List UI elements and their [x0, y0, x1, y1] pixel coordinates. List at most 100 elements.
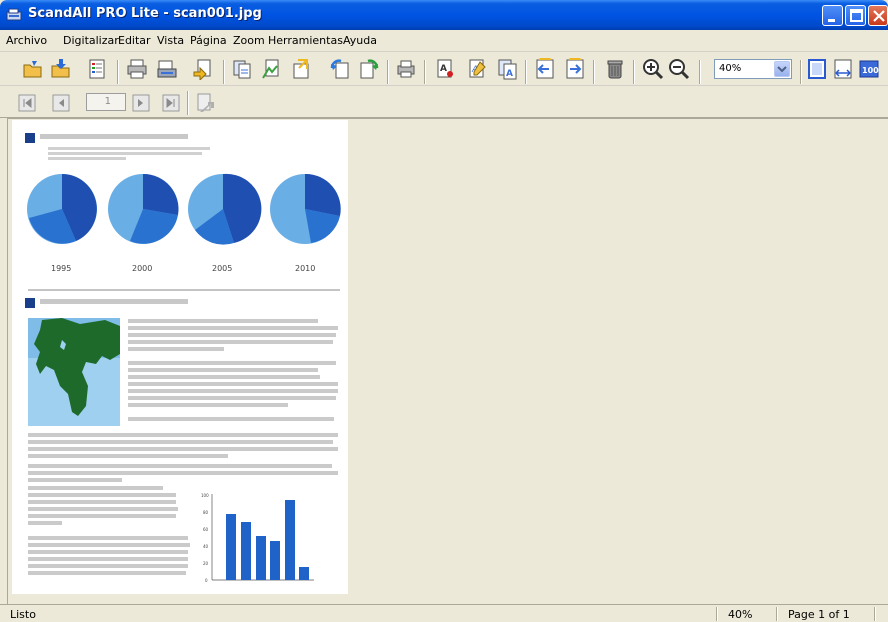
previous-page-button[interactable]: [50, 92, 72, 114]
actual-size-button[interactable]: 100: [858, 58, 880, 80]
scanned-page-image[interactable]: 1995 2000 2005 2010 100 80 60 40 20 0: [12, 120, 348, 594]
rotate-left-button[interactable]: [329, 58, 351, 80]
text-recognition-button[interactable]: A: [434, 58, 456, 80]
copy-page-icon: [233, 60, 251, 79]
maximize-button[interactable]: [845, 5, 866, 26]
document-ocr-icon: [262, 59, 279, 79]
close-button[interactable]: [868, 5, 888, 26]
svg-text:100: 100: [862, 66, 879, 75]
page-number-value: 1: [104, 96, 111, 107]
page-number-input[interactable]: 1: [86, 93, 126, 111]
import-button[interactable]: [192, 58, 214, 80]
last-page-icon: [162, 94, 180, 112]
fit-width-button[interactable]: [832, 58, 854, 80]
toolbar-separator: [525, 60, 527, 84]
text-copy-icon: A: [498, 59, 517, 80]
properties-button[interactable]: [86, 58, 108, 80]
maximize-icon: [850, 9, 863, 22]
previous-page-icon: [52, 94, 70, 112]
delete-button[interactable]: [604, 58, 626, 80]
status-message: Listo: [10, 608, 36, 621]
status-zoom: 40%: [728, 608, 753, 621]
fit-width-icon: [834, 59, 852, 79]
menu-digitalizar[interactable]: Digitalizar: [63, 34, 119, 47]
fit-page-button[interactable]: [806, 58, 828, 80]
pie-chart-1995: [27, 174, 97, 244]
print-scan-icon: [397, 60, 415, 78]
menu-pagina[interactable]: Página: [190, 34, 227, 47]
bar-axis-tick-40: 40: [203, 544, 209, 549]
bar-axis-tick-100: 100: [201, 493, 209, 498]
scan-button[interactable]: [156, 58, 178, 80]
next-image-button[interactable]: [564, 58, 586, 80]
save-folder-icon: [51, 59, 70, 78]
toolbar-separator: [424, 60, 426, 84]
scanner-app-icon: [6, 7, 22, 23]
printer-icon: [127, 59, 147, 79]
page-forward-icon: [566, 58, 584, 79]
toolbar-separator: [800, 60, 802, 84]
first-page-icon: [18, 94, 36, 112]
bar-axis-tick-80: 80: [203, 510, 209, 515]
zoom-dropdown-button[interactable]: [774, 61, 790, 77]
menu-herramientas[interactable]: Herramientas: [268, 34, 343, 47]
toolbar-separator: [117, 60, 119, 84]
title-bar[interactable]: ScandAll PRO Lite - scan001.jpg: [0, 0, 888, 30]
navigation-toolbar: [0, 86, 888, 118]
import-page-icon: [193, 59, 211, 80]
zoom-out-button[interactable]: [668, 58, 690, 80]
print-scan-button[interactable]: [395, 58, 417, 80]
close-icon: [873, 10, 885, 22]
minimize-button[interactable]: [822, 5, 843, 26]
send-document-icon: [293, 59, 309, 79]
toolbar-separator: [699, 60, 701, 84]
status-divider: [874, 607, 876, 621]
pie-label-2005: 2005: [212, 264, 232, 273]
print-button[interactable]: [126, 58, 148, 80]
status-divider: [776, 607, 778, 621]
go-to-page-button[interactable]: [194, 92, 216, 114]
toolbar-separator: [187, 91, 189, 115]
trash-icon: [607, 60, 623, 79]
zoom-select[interactable]: 40%: [714, 59, 792, 79]
page-jump-icon: [197, 93, 214, 112]
ocr-button[interactable]: [260, 58, 282, 80]
bar-chart-graphic: 100 80 60 40 20 0: [201, 493, 314, 583]
next-page-icon: [132, 94, 150, 112]
pie-chart-2000: [108, 173, 179, 244]
last-page-button[interactable]: [160, 92, 182, 114]
copy-page-button[interactable]: [231, 58, 253, 80]
send-button[interactable]: [290, 58, 312, 80]
chevron-down-icon: [777, 66, 787, 73]
menu-ayuda[interactable]: Ayuda: [343, 34, 377, 47]
zoom-in-button[interactable]: [642, 58, 664, 80]
menu-zoom[interactable]: Zoom: [233, 34, 265, 47]
toolbar-separator: [223, 60, 225, 84]
scanner-icon: [157, 60, 177, 78]
zoom-out-icon: [669, 59, 690, 80]
pie-label-1995: 1995: [51, 264, 71, 273]
pie-chart-2010: [270, 173, 341, 244]
menu-editar[interactable]: Editar: [118, 34, 151, 47]
scanned-document-graphic: 1995 2000 2005 2010 100 80 60 40 20 0: [25, 133, 341, 583]
toolbar-separator: [633, 60, 635, 84]
text-edit-button[interactable]: A: [466, 58, 488, 80]
rotate-right-button[interactable]: [358, 58, 380, 80]
menu-vista[interactable]: Vista: [157, 34, 184, 47]
bar-axis-tick-20: 20: [203, 561, 209, 566]
menu-bar: Archivo Digitalizar Editar Vista Página …: [0, 30, 888, 52]
text-recognition-icon: A: [437, 59, 453, 78]
pie-chart-2005: [188, 173, 262, 245]
toolbar-separator: [593, 60, 595, 84]
menu-archivo[interactable]: Archivo: [6, 34, 47, 47]
first-page-button[interactable]: [16, 92, 38, 114]
next-page-button[interactable]: [130, 92, 152, 114]
document-list-icon: [89, 59, 105, 79]
previous-image-button[interactable]: [534, 58, 556, 80]
text-copy-button[interactable]: A: [496, 58, 518, 80]
save-folder-button[interactable]: [50, 58, 72, 80]
open-folder-button[interactable]: [22, 58, 44, 80]
bar-axis-tick-60: 60: [203, 527, 209, 532]
status-page: Page 1 of 1: [788, 608, 850, 621]
minimize-icon: [828, 19, 835, 22]
